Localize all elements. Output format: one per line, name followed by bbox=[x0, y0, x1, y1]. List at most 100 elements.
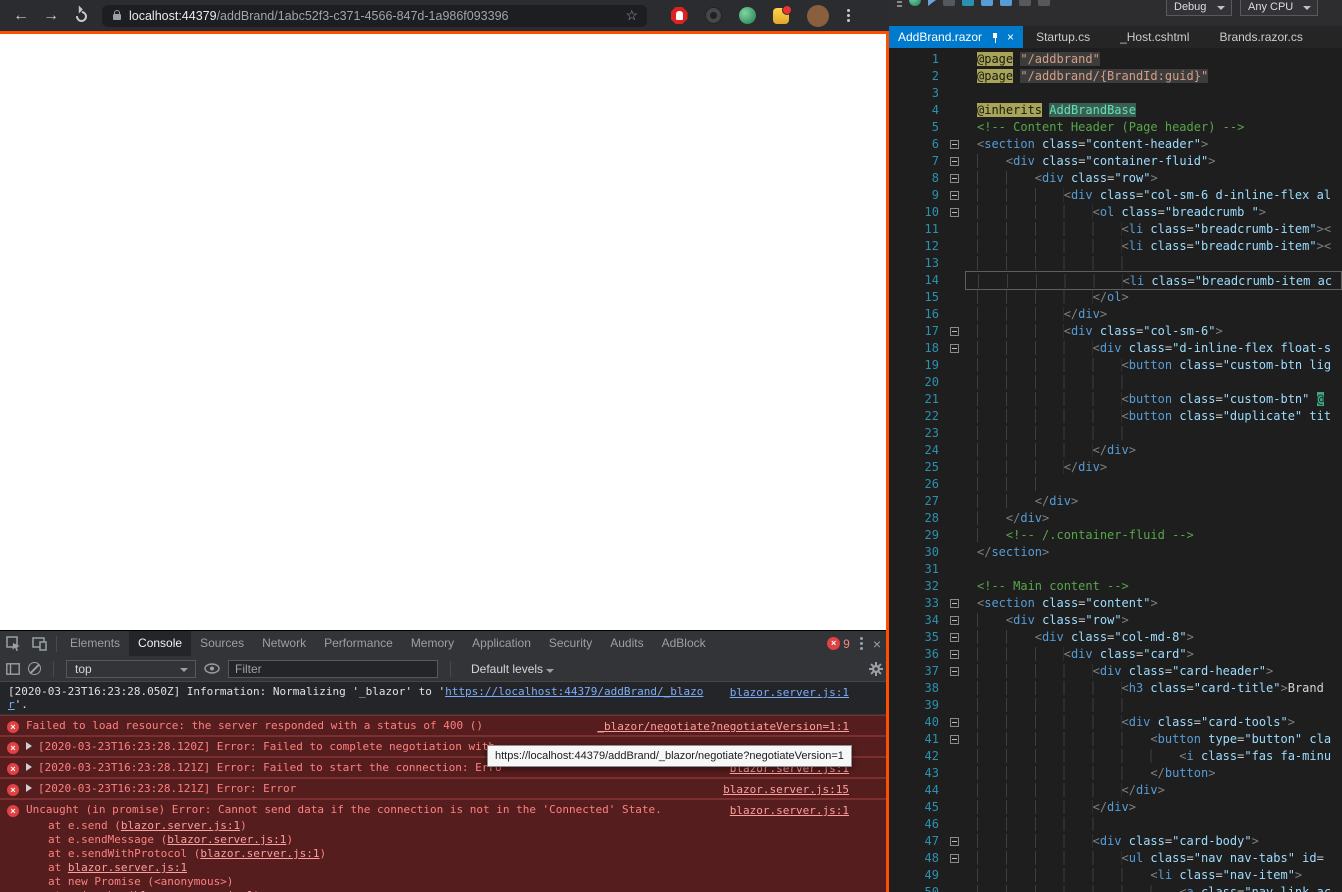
forward-button[interactable]: → bbox=[36, 3, 66, 29]
code-line[interactable]: 32 <!-- Main content --> bbox=[889, 578, 1342, 595]
line-number[interactable]: 14 bbox=[889, 272, 943, 289]
line-number[interactable]: 24 bbox=[889, 442, 943, 459]
line-number[interactable]: 5 bbox=[889, 119, 943, 136]
line-number[interactable]: 9 bbox=[889, 187, 943, 204]
collapse-icon[interactable] bbox=[949, 140, 959, 149]
line-number[interactable]: 8 bbox=[889, 170, 943, 187]
fold-margin[interactable] bbox=[943, 170, 965, 187]
fold-margin[interactable] bbox=[943, 340, 965, 357]
line-number[interactable]: 34 bbox=[889, 612, 943, 629]
line-number[interactable]: 36 bbox=[889, 646, 943, 663]
line-number[interactable]: 3 bbox=[889, 85, 943, 102]
stack-frame-link[interactable]: blazor.server.js:1 bbox=[167, 833, 286, 846]
vs-tab-addbrand-razor[interactable]: AddBrand.razor × bbox=[889, 26, 1024, 48]
code-line[interactable]: 4 @inherits AddBrandBase bbox=[889, 102, 1342, 119]
collapse-icon[interactable] bbox=[949, 157, 959, 166]
line-number[interactable]: 11 bbox=[889, 221, 943, 238]
line-number[interactable]: 4 bbox=[889, 102, 943, 119]
live-expression-eye-icon[interactable] bbox=[204, 663, 220, 674]
devtools-tab-performance[interactable]: Performance bbox=[315, 631, 402, 656]
code-line[interactable]: 11 <li class="breadcrumb-item">< bbox=[889, 221, 1342, 238]
devtools-tab-elements[interactable]: Elements bbox=[61, 631, 129, 656]
new-file-icon[interactable] bbox=[943, 0, 955, 6]
code-line[interactable]: 35 <div class="col-md-8"> bbox=[889, 629, 1342, 646]
fold-margin[interactable] bbox=[943, 646, 965, 663]
code-line[interactable]: 48 <ul class="nav nav-tabs" id= bbox=[889, 850, 1342, 867]
code-line[interactable]: 26 bbox=[889, 476, 1342, 493]
console-source-link[interactable]: blazor.server.js:15 bbox=[723, 783, 849, 796]
console-message[interactable]: × [2020-03-23T16:23:28.121Z] Error: Error… bbox=[0, 778, 889, 799]
collapse-icon[interactable] bbox=[949, 735, 959, 744]
console-filter-input[interactable] bbox=[228, 659, 438, 678]
code-line[interactable]: 49 <li class="nav-item"> bbox=[889, 867, 1342, 884]
line-number[interactable]: 19 bbox=[889, 357, 943, 374]
collapse-icon[interactable] bbox=[949, 174, 959, 183]
fold-margin[interactable] bbox=[943, 833, 965, 850]
fold-margin[interactable] bbox=[943, 595, 965, 612]
code-line[interactable]: 24 </div> bbox=[889, 442, 1342, 459]
code-line[interactable]: 23 bbox=[889, 425, 1342, 442]
code-line[interactable]: 21 <button class="custom-btn" @ bbox=[889, 391, 1342, 408]
clear-console-icon[interactable] bbox=[28, 662, 41, 675]
line-number[interactable]: 13 bbox=[889, 255, 943, 272]
devtools-tab-console[interactable]: Console bbox=[129, 631, 192, 656]
devtools-menu-icon[interactable] bbox=[859, 637, 863, 650]
browser-menu-icon[interactable] bbox=[843, 5, 854, 26]
code-editor[interactable]: 1 @page "/addbrand" 2 @page "/addbrand/{Bra… bbox=[889, 48, 1342, 892]
line-number[interactable]: 39 bbox=[889, 697, 943, 714]
expand-caret-icon[interactable] bbox=[26, 742, 32, 750]
code-line[interactable]: 39 bbox=[889, 697, 1342, 714]
line-number[interactable]: 38 bbox=[889, 680, 943, 697]
code-line[interactable]: 31 bbox=[889, 561, 1342, 578]
code-line[interactable]: 33 <section class="content"> bbox=[889, 595, 1342, 612]
undo-icon[interactable] bbox=[1019, 0, 1031, 6]
code-line[interactable]: 41 <button type="button" cla bbox=[889, 731, 1342, 748]
line-number[interactable]: 20 bbox=[889, 374, 943, 391]
stack-frame-link[interactable]: blazor.server.js:1 bbox=[68, 861, 187, 874]
close-tab-icon[interactable]: × bbox=[1007, 30, 1014, 44]
line-number[interactable]: 7 bbox=[889, 153, 943, 170]
line-number[interactable]: 27 bbox=[889, 493, 943, 510]
code-line[interactable]: 17 <div class="col-sm-6"> bbox=[889, 323, 1342, 340]
back-button[interactable]: ← bbox=[6, 3, 36, 29]
fold-margin[interactable] bbox=[943, 153, 965, 170]
code-line[interactable]: 38 <h3 class="card-title">Brand bbox=[889, 680, 1342, 697]
reload-button[interactable] bbox=[66, 3, 96, 29]
inspect-element-icon[interactable] bbox=[0, 631, 26, 656]
devtools-close-icon[interactable]: × bbox=[873, 636, 881, 652]
code-line[interactable]: 16 </div> bbox=[889, 306, 1342, 323]
line-number[interactable]: 18 bbox=[889, 340, 943, 357]
code-line[interactable]: 5 <!-- Content Header (Page header) --> bbox=[889, 119, 1342, 136]
code-line[interactable]: 19 <button class="custom-btn lig bbox=[889, 357, 1342, 374]
console-source-link[interactable]: blazor.server.js:1 bbox=[730, 804, 849, 817]
stack-frame-link[interactable]: blazor.server.js:1 bbox=[121, 819, 240, 832]
line-number[interactable]: 16 bbox=[889, 306, 943, 323]
expand-caret-icon[interactable] bbox=[26, 763, 32, 771]
fold-margin[interactable] bbox=[943, 714, 965, 731]
collapse-icon[interactable] bbox=[949, 633, 959, 642]
line-number[interactable]: 35 bbox=[889, 629, 943, 646]
line-number[interactable]: 48 bbox=[889, 850, 943, 867]
code-line[interactable]: 15 </ol> bbox=[889, 289, 1342, 306]
frame-context-select[interactable]: top bbox=[66, 659, 196, 678]
line-number[interactable]: 15 bbox=[889, 289, 943, 306]
code-line[interactable]: 18 <div class="d-inline-flex float-s bbox=[889, 340, 1342, 357]
code-line[interactable]: 37 <div class="card-header"> bbox=[889, 663, 1342, 680]
fold-margin[interactable] bbox=[943, 323, 965, 340]
line-number[interactable]: 46 bbox=[889, 816, 943, 833]
code-line[interactable]: 40 <div class="card-tools"> bbox=[889, 714, 1342, 731]
collapse-icon[interactable] bbox=[949, 344, 959, 353]
fold-margin[interactable] bbox=[943, 204, 965, 221]
line-number[interactable]: 37 bbox=[889, 663, 943, 680]
devtools-tab-audits[interactable]: Audits bbox=[601, 631, 652, 656]
collapse-icon[interactable] bbox=[949, 854, 959, 863]
code-line[interactable]: 10 <ol class="breadcrumb "> bbox=[889, 204, 1342, 221]
line-number[interactable]: 21 bbox=[889, 391, 943, 408]
fold-margin[interactable] bbox=[943, 663, 965, 680]
run-browser-icon[interactable] bbox=[909, 0, 921, 6]
line-number[interactable]: 12 bbox=[889, 238, 943, 255]
code-line[interactable]: 44 </div> bbox=[889, 782, 1342, 799]
console-sidebar-icon[interactable] bbox=[6, 662, 20, 675]
code-line[interactable]: 8 <div class="row"> bbox=[889, 170, 1342, 187]
line-number[interactable]: 47 bbox=[889, 833, 943, 850]
